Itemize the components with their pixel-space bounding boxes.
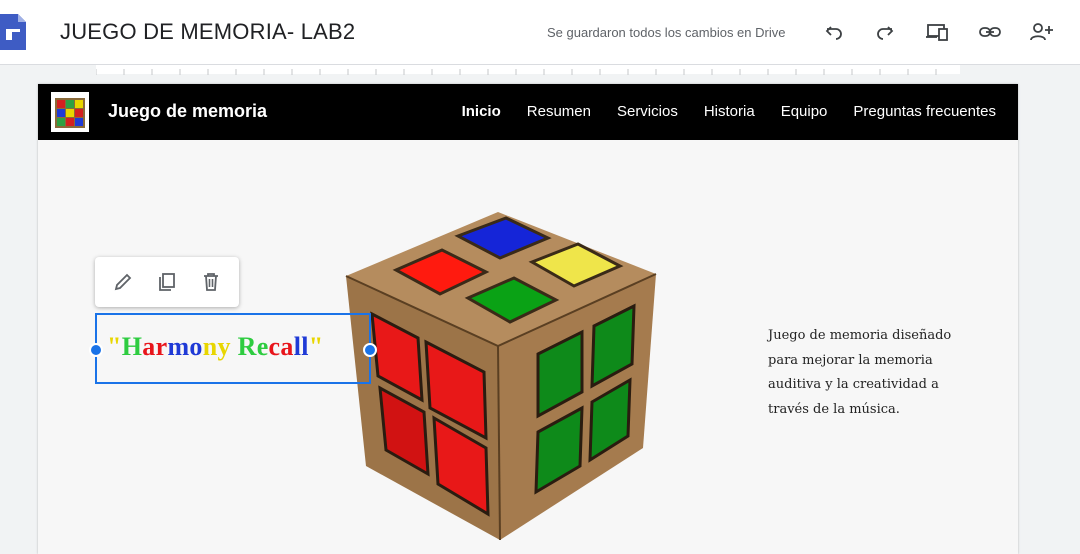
resize-handle-left[interactable] [89,343,103,357]
hero-title-letter [231,332,238,361]
site-navigation: Inicio Resumen Servicios Historia Equipo… [462,103,996,120]
copy-link-button[interactable] [976,18,1004,46]
hero-title-text-box[interactable]: "Harmony Recall" [89,313,377,384]
link-icon [979,27,1001,37]
hero-title-letter: " [308,332,324,361]
nav-item-equipo[interactable]: Equipo [781,103,828,120]
site-page-canvas[interactable]: Juego de memoria Inicio Resumen Servicio… [38,84,1018,554]
hero-title-letter: e [256,332,269,361]
site-name[interactable]: Juego de memoria [108,101,267,122]
save-status: Se guardaron todos los cambios en Drive [547,25,786,40]
pencil-icon [114,273,132,291]
hero-title-letter: H [121,332,143,361]
document-title[interactable]: JUEGO DE MEMORIA- LAB2 [60,19,355,45]
nav-item-preguntas-frecuentes[interactable]: Preguntas frecuentes [853,103,996,120]
hero-title-letter: n [202,332,218,361]
undo-icon [825,26,842,40]
site-header: Juego de memoria Inicio Resumen Servicio… [38,84,1018,140]
google-sites-logo-icon[interactable] [0,14,26,50]
hero-title-letter: a [142,332,156,361]
hero-title-letter: l [301,332,309,361]
undo-button[interactable] [820,18,848,46]
trash-icon [204,273,218,291]
copy-icon [159,273,175,291]
resize-handle-right[interactable] [363,343,377,357]
text-box-edit-toolbar [95,257,239,307]
redo-button[interactable] [871,18,899,46]
editor-top-bar: JUEGO DE MEMORIA- LAB2 Se guardaron todo… [0,0,1080,65]
site-logo-image[interactable] [51,92,89,132]
hero-title-letter: R [237,332,257,361]
edit-button[interactable] [108,267,138,297]
hero-title-letter: m [167,332,190,361]
duplicate-button[interactable] [152,267,182,297]
hero-title-letter: r [155,332,168,361]
hero-title-letter: " [107,332,122,361]
memory-cube-image[interactable] [338,204,668,554]
redo-icon [877,26,894,40]
preview-icon [926,24,948,41]
nav-item-historia[interactable]: Historia [704,103,755,120]
nav-item-servicios[interactable]: Servicios [617,103,678,120]
ruler [0,65,1080,75]
hero-title-letter: c [268,332,281,361]
ruler-track [95,65,960,75]
preview-button[interactable] [923,18,951,46]
share-icon [1030,23,1053,41]
delete-button[interactable] [196,267,226,297]
hero-title-letter: a [280,332,294,361]
hero-title-letter: y [217,332,231,361]
nav-item-resumen[interactable]: Resumen [527,103,591,120]
share-button[interactable] [1028,18,1056,46]
hero-title-letter: o [189,332,203,361]
nav-item-inicio[interactable]: Inicio [462,103,501,120]
hero-title[interactable]: "Harmony Recall" [107,332,324,362]
hero-description: Juego de memoria diseñado para mejorar l… [768,328,952,417]
